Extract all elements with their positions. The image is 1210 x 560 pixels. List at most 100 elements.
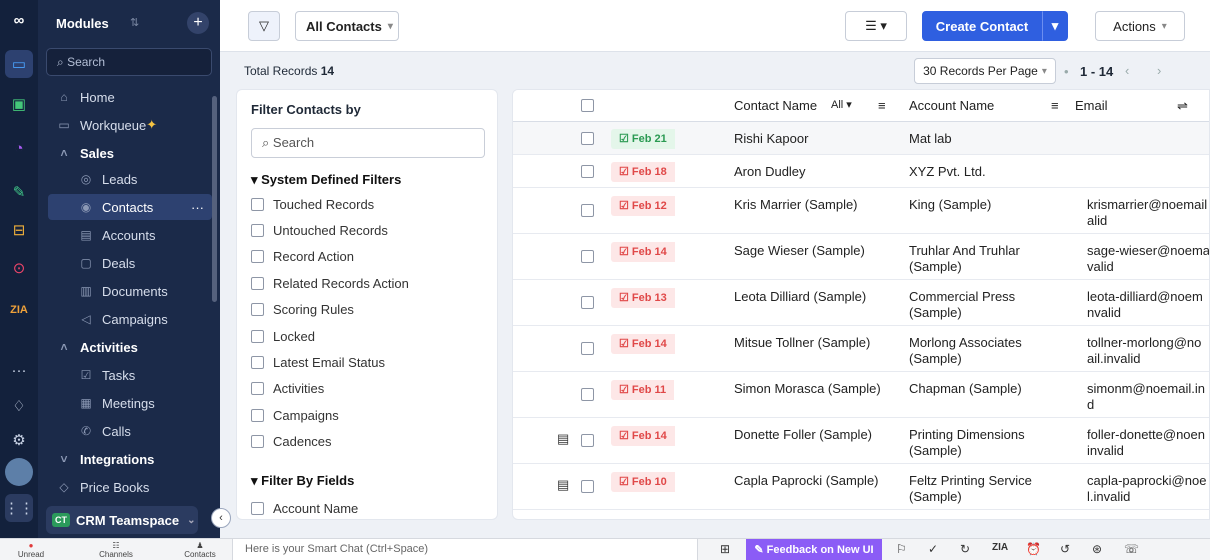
column-settings-icon[interactable]: ⇌ <box>1177 98 1188 114</box>
table-row[interactable]: ☑ Feb 11 Simon Morasca (Sample) Chapman (S… <box>513 372 1209 418</box>
contact-name-link[interactable]: Capla Paprocki (Sample) <box>734 473 879 489</box>
filter-toggle-button[interactable]: ▽ <box>248 11 280 41</box>
contact-name-link[interactable]: Simon Morasca (Sample) <box>734 381 881 397</box>
row-checkbox[interactable] <box>581 434 594 447</box>
folder-icon[interactable]: ▭ <box>5 50 33 78</box>
collapse-sidebar-button[interactable]: ‹ <box>211 508 231 528</box>
sidebar-item-accounts[interactable]: ▤ Accounts <box>38 222 214 248</box>
sidebar-item-documents[interactable]: ▥ Documents <box>38 278 214 304</box>
contact-name-link[interactable]: Mitsue Tollner (Sample) <box>734 335 870 351</box>
column-menu-icon[interactable]: ≡ <box>878 98 886 113</box>
contact-filter-dropdown[interactable]: All ▾ <box>831 98 852 111</box>
apps-grid-icon[interactable]: ⋮⋮ <box>4 494 34 522</box>
zia-icon[interactable]: ZIA <box>5 296 33 324</box>
table-row[interactable]: ☑ Feb 21 Rishi Kapoor Mat lab <box>513 122 1209 155</box>
row-checkbox[interactable] <box>581 388 594 401</box>
translate-icon[interactable]: ⊞ <box>720 542 730 556</box>
filter-checkbox[interactable] <box>251 250 264 264</box>
filter-checkbox[interactable] <box>251 329 264 343</box>
field-filters-heading[interactable]: ▾ Filter By Fields <box>251 473 354 489</box>
row-checkbox[interactable] <box>581 342 594 355</box>
table-row[interactable]: ☑ Feb 13 Leota Dilliard (Sample) Commercia… <box>513 280 1209 326</box>
edit-icon[interactable]: ✎ <box>5 178 33 206</box>
sidebar-item-calls[interactable]: ✆ Calls <box>38 418 214 444</box>
prev-page-icon[interactable]: ‹ <box>1125 63 1129 78</box>
sidebar-item-meetings[interactable]: ▦ Meetings <box>38 390 214 416</box>
bell-icon[interactable]: ♢ <box>5 392 33 420</box>
filter-checkbox[interactable] <box>251 382 264 396</box>
table-row[interactable]: ☑ Feb 18 Aron Dudley XYZ Pvt. Ltd. <box>513 155 1209 188</box>
contact-name-link[interactable]: Donette Foller (Sample) <box>734 427 872 443</box>
sidebar-item-price-books[interactable]: ◇ Price Books <box>38 474 214 500</box>
select-all-checkbox[interactable] <box>581 99 594 112</box>
column-menu-icon[interactable]: ≡ <box>1051 98 1059 113</box>
create-dropdown-button[interactable]: ▾ <box>1042 11 1068 41</box>
account-name-link[interactable]: XYZ Pvt. Ltd. <box>909 164 1069 180</box>
cart-icon[interactable]: ⊟ <box>5 216 33 244</box>
filter-checkbox[interactable] <box>251 408 264 422</box>
sidebar-search-input[interactable]: ⌕ Search <box>46 48 212 76</box>
filter-option[interactable]: Locked <box>251 326 315 346</box>
email-header[interactable]: Email <box>1075 98 1108 113</box>
email-cell[interactable]: sage-wieser@noema valid <box>1087 243 1209 275</box>
contact-name-link[interactable]: Kris Marrier (Sample) <box>734 197 858 213</box>
list-view-toggle[interactable]: ☰ ▾ <box>845 11 907 41</box>
refresh-icon[interactable]: ↻ <box>960 542 970 556</box>
zia-icon[interactable]: ZIA <box>992 542 1008 553</box>
filter-option[interactable]: Untouched Records <box>251 220 388 240</box>
email-cell[interactable]: krismarrier@noemail alid <box>1087 197 1209 229</box>
analytics-icon[interactable]: ▣ <box>5 90 33 118</box>
filter-checkbox[interactable] <box>251 435 264 449</box>
phone-icon[interactable]: ☏ <box>1124 542 1139 556</box>
contact-name-link[interactable]: Leota Dilliard (Sample) <box>734 289 866 305</box>
filter-option[interactable]: Related Records Action <box>251 273 409 293</box>
contacts-bottom-button[interactable]: ♟ Contacts <box>180 541 220 559</box>
filter-option[interactable]: Latest Email Status <box>251 352 385 372</box>
add-module-button[interactable]: + <box>187 12 209 34</box>
account-name-link[interactable]: Truhlar And Truhlar (Sample) <box>909 243 1069 275</box>
email-cell[interactable]: foller-donette@noen invalid <box>1087 427 1209 459</box>
actions-button[interactable]: Actions ▾ <box>1095 11 1185 41</box>
create-contact-button[interactable]: Create Contact <box>922 11 1042 41</box>
feedback-button[interactable]: ✎ Feedback on New UI <box>746 539 882 560</box>
row-checkbox[interactable] <box>581 204 594 217</box>
account-name-link[interactable]: Commercial Press (Sample) <box>909 289 1069 321</box>
sidebar-item-deals[interactable]: ▢ Deals <box>38 250 214 276</box>
link-logo-icon[interactable]: ∞ <box>5 6 33 34</box>
note-icon[interactable]: ▤ <box>557 477 569 493</box>
account-name-link[interactable]: Mat lab <box>909 131 1069 147</box>
per-page-selector[interactable]: 30 Records Per Page ▾ <box>914 58 1056 84</box>
table-row[interactable]: ☑ Feb 14 Mitsue Tollner (Sample) Morlong A… <box>513 326 1209 372</box>
sidebar-item-leads[interactable]: ◎ Leads <box>38 166 214 192</box>
sidebar-item-workqueue[interactable]: ▭ Workqueue ✦ <box>38 112 214 138</box>
filter-checkbox[interactable] <box>251 197 264 211</box>
system-filters-heading[interactable]: ▾ System Defined Filters <box>251 172 401 188</box>
sidebar-item-campaigns[interactable]: ◁ Campaigns <box>38 306 214 332</box>
table-row[interactable]: ☑ Feb 14 Sage Wieser (Sample) Truhlar And … <box>513 234 1209 280</box>
filter-option[interactable]: Activities <box>251 379 324 399</box>
flag-icon[interactable]: ⚐ <box>896 542 907 556</box>
next-page-icon[interactable]: › <box>1157 63 1161 78</box>
filter-option[interactable]: Record Action <box>251 247 354 267</box>
filter-search-input[interactable]: ⌕ Search <box>251 128 485 158</box>
account-name-link[interactable]: Printing Dimensions (Sample) <box>909 427 1069 459</box>
filter-checkbox[interactable] <box>251 501 264 515</box>
account-name-link[interactable]: Feltz Printing Service (Sample) <box>909 473 1069 505</box>
account-name-link[interactable]: Chapman (Sample) <box>909 381 1069 397</box>
filter-checkbox[interactable] <box>251 303 264 317</box>
email-cell[interactable]: tollner-morlong@no ail.invalid <box>1087 335 1209 367</box>
filter-checkbox[interactable] <box>251 355 264 369</box>
contact-name-link[interactable]: Sage Wieser (Sample) <box>734 243 865 259</box>
accessibility-icon[interactable]: ⊛ <box>1092 542 1102 556</box>
sidebar-item-home[interactable]: ⌂ Home <box>38 84 214 110</box>
sidebar-item-activities[interactable]: ˄ Activities <box>38 334 214 360</box>
filter-option[interactable]: Cadences <box>251 432 332 452</box>
search-icon[interactable]: ⊙ <box>5 254 33 282</box>
note-icon[interactable]: ▤ <box>557 431 569 447</box>
history-icon[interactable]: ↺ <box>1060 542 1070 556</box>
row-checkbox[interactable] <box>581 296 594 309</box>
check-icon[interactable]: ✓ <box>928 542 938 556</box>
alarm-icon[interactable]: ⏰ <box>1026 542 1041 556</box>
sidebar-item-integrations[interactable]: ˅ Integrations <box>38 446 214 472</box>
table-row[interactable]: ☑ Feb 12 Kris Marrier (Sample) King (Sampl… <box>513 188 1209 234</box>
